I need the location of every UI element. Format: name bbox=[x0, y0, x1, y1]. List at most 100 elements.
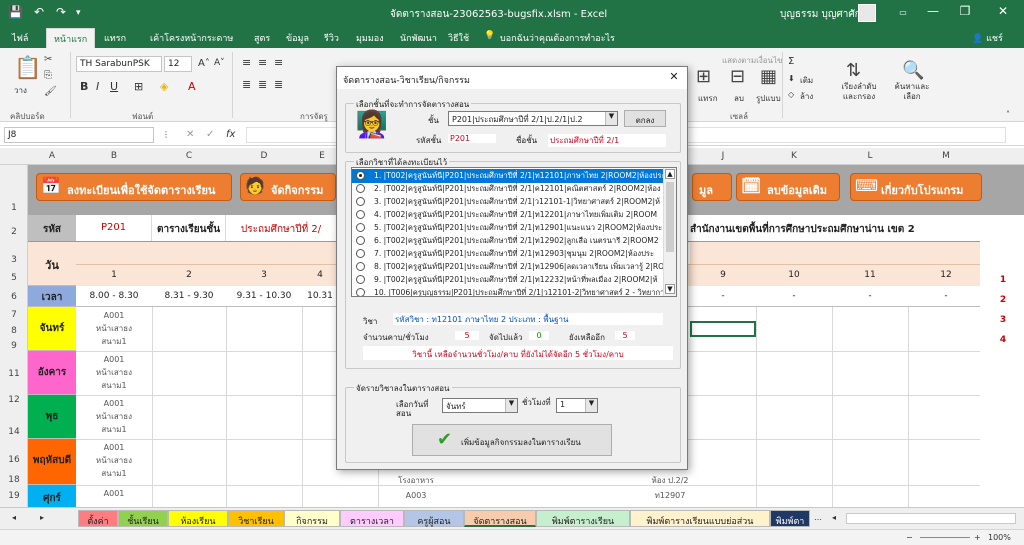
font-color-icon[interactable]: A bbox=[188, 80, 196, 93]
period-combo[interactable]: 1 ▼ bbox=[556, 398, 598, 413]
cut-icon[interactable]: ✂ bbox=[44, 54, 52, 65]
list-item[interactable]: 6. |T002|ครูสูนันท์นี|P201|ประถมศึกษาปีท… bbox=[352, 234, 664, 248]
italic-icon[interactable]: I bbox=[96, 80, 99, 93]
radio-button[interactable] bbox=[356, 288, 365, 296]
column-header[interactable]: J bbox=[690, 151, 756, 161]
decrease-font-icon[interactable]: A˅ bbox=[214, 58, 225, 68]
row-header[interactable]: 16 bbox=[0, 455, 28, 465]
cancel-formula-icon[interactable]: ✕ bbox=[186, 129, 194, 140]
list-item[interactable]: 7. |T002|ครูสูนันท์นี|P201|ประถมศึกษาปีท… bbox=[352, 247, 664, 261]
column-header[interactable]: D bbox=[226, 151, 302, 161]
font-size-combo[interactable]: 12 bbox=[164, 56, 192, 72]
register-button[interactable]: 📅 ลงทะเบียนเพื่อใช้จัดตารางเรียน bbox=[36, 173, 232, 201]
save-icon[interactable]: 💾 bbox=[8, 5, 23, 19]
tab-developer[interactable]: นักพัฒนา bbox=[400, 31, 437, 45]
format-cells-button[interactable]: รูปแบบ bbox=[756, 92, 781, 105]
column-header[interactable]: B bbox=[76, 151, 152, 161]
scroll-down-icon[interactable]: ▼ bbox=[665, 284, 675, 294]
minimize-button[interactable]: — bbox=[920, 4, 946, 18]
activity-button[interactable]: 🧑 จัดกิจกรรม bbox=[240, 173, 336, 201]
sheet-tab-schedule[interactable]: จัดตารางสอน bbox=[464, 510, 536, 527]
tab-data[interactable]: ข้อมูล bbox=[286, 31, 309, 45]
ribbon-display-icon[interactable]: ▭ bbox=[890, 8, 916, 17]
radio-button[interactable] bbox=[356, 197, 365, 206]
sort-filter-button[interactable]: เรียงลำดับและกรอง bbox=[836, 82, 882, 102]
tab-help[interactable]: วิธีใช้ bbox=[448, 31, 469, 45]
sheet-tab-teachers[interactable]: ครูผู้สอน bbox=[404, 510, 464, 527]
slot-friday-1[interactable]: A001 bbox=[76, 487, 152, 500]
tab-scroll-left-icon[interactable]: ◂ bbox=[12, 513, 16, 522]
redo-icon[interactable]: ↷ bbox=[56, 5, 66, 19]
chevron-down-icon[interactable]: ▼ bbox=[585, 399, 597, 412]
row-header[interactable]: 7 bbox=[0, 310, 28, 320]
fill-icon[interactable]: ⬇ bbox=[788, 74, 795, 83]
paste-icon[interactable]: 📋 bbox=[14, 56, 41, 81]
column-header[interactable]: L bbox=[832, 151, 908, 161]
sort-filter-icon[interactable]: ⇅ bbox=[846, 60, 861, 81]
find-select-button[interactable]: ค้นหาและเลือก bbox=[890, 82, 934, 102]
sheet-tab-print-more[interactable]: พิมพ์ตา bbox=[770, 510, 810, 527]
tab-file[interactable]: ไฟล์ bbox=[12, 31, 28, 45]
day-combo[interactable]: จันทร์ ▼ bbox=[442, 398, 518, 413]
row-header[interactable]: 3 bbox=[0, 255, 28, 265]
data-button[interactable]: มูล bbox=[692, 173, 732, 201]
chevron-down-icon[interactable]: ▼ bbox=[605, 112, 617, 125]
radio-button[interactable] bbox=[356, 184, 365, 193]
autosum-icon[interactable]: Σ bbox=[788, 56, 794, 67]
copy-icon[interactable]: ⎘ bbox=[44, 70, 52, 81]
slot-monday-1[interactable]: A001 หน้าเสาธง สนาม1 bbox=[76, 309, 152, 348]
scroll-up-icon[interactable]: ▲ bbox=[665, 169, 675, 179]
zoom-level[interactable]: 100% bbox=[988, 533, 1011, 542]
slot-thursday-1[interactable]: A001 หน้าเสาธง สนาม1 bbox=[76, 441, 152, 480]
radio-button[interactable] bbox=[356, 236, 365, 245]
tell-me-box[interactable]: บอกฉันว่าคุณต้องการทำอะไร bbox=[500, 31, 615, 45]
sheet-tab-settings[interactable]: ตั้งค่า bbox=[78, 510, 118, 527]
selected-cell[interactable] bbox=[690, 321, 756, 337]
insert-function-button[interactable]: fx bbox=[226, 129, 235, 140]
dialog-close-button[interactable]: ✕ bbox=[665, 70, 683, 86]
chevron-down-icon[interactable]: ▼ bbox=[505, 399, 517, 412]
radio-button[interactable] bbox=[356, 249, 365, 258]
list-item[interactable]: 2. |T002|ครูสูนันท์นี|P201|ประถมศึกษาปีท… bbox=[352, 182, 664, 196]
row-header[interactable]: 19 bbox=[0, 491, 28, 501]
tab-review[interactable]: รีวิว bbox=[324, 31, 339, 45]
subject-list[interactable]: 1. |T002|ครูสูนันท์นี|P201|ประถมศึกษาปีท… bbox=[351, 167, 677, 297]
radio-button[interactable] bbox=[356, 223, 365, 232]
maximize-button[interactable]: ❐ bbox=[952, 4, 978, 18]
list-item[interactable]: 10. |T006|ครูบุญธรรม|P201|ประถมศึกษาปีที… bbox=[352, 286, 664, 296]
row-header[interactable]: 2 bbox=[0, 227, 28, 237]
row-header[interactable]: 8 bbox=[0, 326, 28, 336]
zoom-slider[interactable] bbox=[920, 537, 970, 538]
add-to-timetable-button[interactable]: ✔ เพิ่มข้อมูลกิจกรรมลงในตารางเรียน bbox=[412, 424, 612, 456]
user-name[interactable]: บุญธรรม บุญศาศักดิ์ bbox=[780, 7, 867, 22]
sheet-tab-print-small[interactable]: พิมพ์ตารางเรียนแบบย่อส่วน bbox=[630, 510, 770, 527]
row-header[interactable]: 9 bbox=[0, 341, 28, 351]
list-item[interactable]: 8. |T002|ครูสูนันท์นี|P201|ประถมศึกษาปีท… bbox=[352, 260, 664, 274]
list-item[interactable]: 1. |T002|ครูสูนันท์นี|P201|ประถมศึกษาปีท… bbox=[352, 169, 664, 183]
row-header[interactable]: 12 bbox=[0, 395, 28, 405]
tab-view[interactable]: มุมมอง bbox=[356, 31, 384, 45]
underline-icon[interactable]: U bbox=[110, 80, 118, 93]
bold-icon[interactable]: B bbox=[80, 80, 88, 93]
align-right-icon[interactable]: ≣ bbox=[274, 78, 283, 91]
insert-cells-icon[interactable]: ⊞ bbox=[696, 66, 711, 87]
zoom-in-button[interactable]: + bbox=[974, 533, 981, 542]
horizontal-scrollbar[interactable] bbox=[846, 513, 1016, 524]
tab-formulas[interactable]: สูตร bbox=[254, 31, 270, 45]
column-header[interactable]: A bbox=[28, 151, 76, 161]
list-item[interactable]: 9. |T002|ครูสูนันท์นี|P201|ประถมศึกษาปีท… bbox=[352, 273, 664, 287]
align-top-icon[interactable]: ≡ bbox=[242, 56, 251, 69]
align-center-icon[interactable]: ≣ bbox=[258, 78, 267, 91]
format-cells-icon[interactable]: ▦ bbox=[760, 66, 777, 87]
about-button[interactable]: ⌨ เกี่ยวกับโปรแกรม bbox=[850, 173, 982, 201]
collapse-ribbon-icon[interactable]: ˄ bbox=[1006, 110, 1010, 119]
row-header[interactable]: 11 bbox=[0, 369, 28, 379]
customize-qat-icon[interactable]: ▾ bbox=[76, 8, 81, 18]
sheet-tab-print[interactable]: พิมพ์ตารางเรียน bbox=[536, 510, 630, 527]
more-tabs-icon[interactable]: … bbox=[814, 513, 822, 522]
column-header[interactable]: M bbox=[908, 151, 984, 161]
scroll-thumb[interactable] bbox=[666, 182, 674, 252]
zoom-out-button[interactable]: − bbox=[906, 533, 913, 542]
font-name-combo[interactable]: TH SarabunPSK bbox=[76, 56, 162, 72]
row-header[interactable]: 14 bbox=[0, 427, 28, 437]
